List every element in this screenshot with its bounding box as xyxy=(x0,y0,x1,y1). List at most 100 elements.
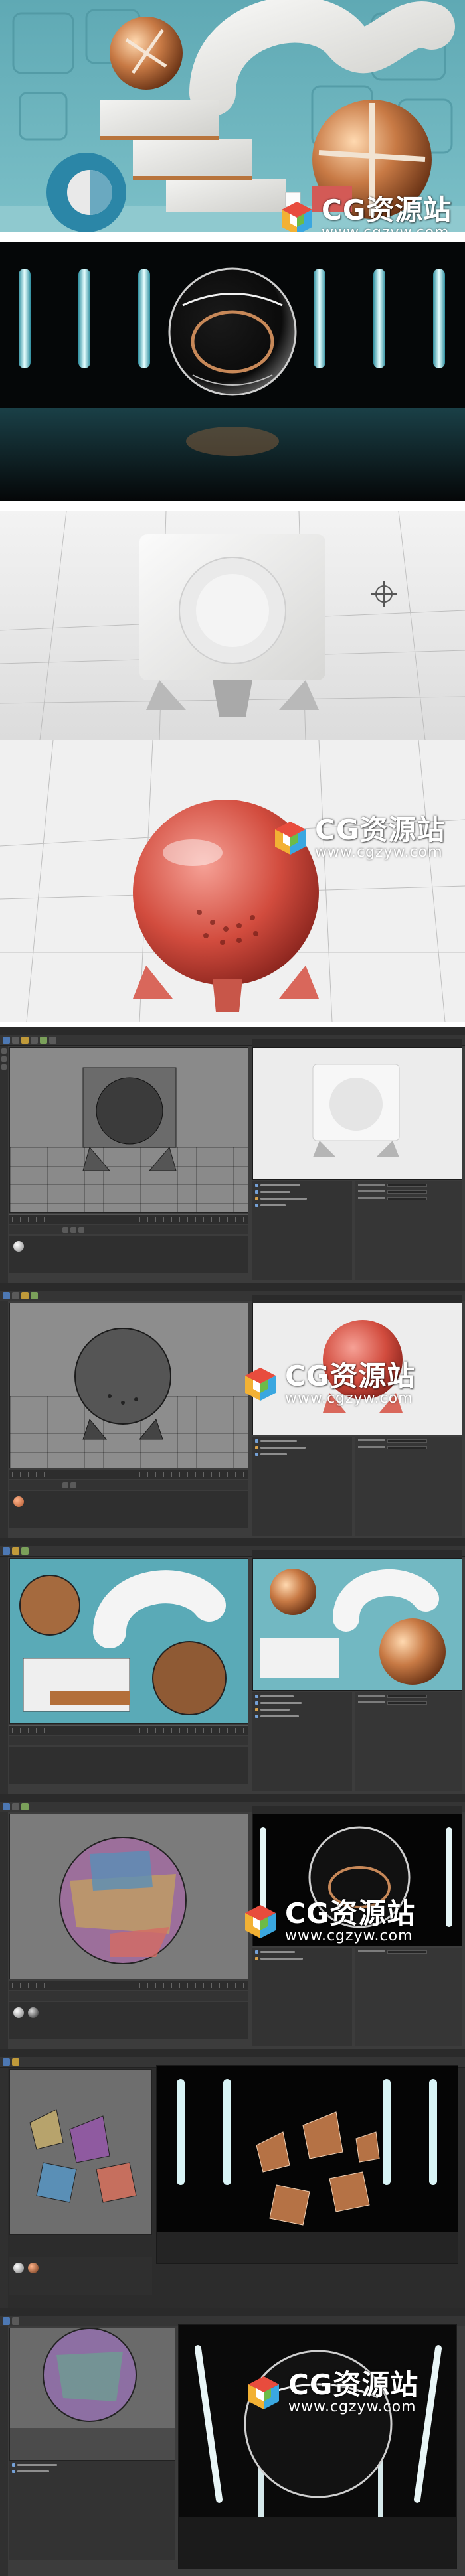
cg-logo-icon xyxy=(248,2376,279,2409)
stop-button[interactable] xyxy=(70,1226,76,1233)
material-manager xyxy=(9,1491,248,1528)
watermark-url: www.cgzyw.com xyxy=(285,1390,413,1407)
play-button[interactable] xyxy=(62,1482,68,1488)
record-button[interactable] xyxy=(78,1226,84,1233)
object-manager xyxy=(252,1181,352,1280)
viewport-perspective[interactable] xyxy=(9,1814,248,1979)
tool-button[interactable] xyxy=(1,1056,7,1062)
viewport-perspective[interactable] xyxy=(9,1303,248,1468)
viewport-perspective[interactable] xyxy=(9,2069,152,2235)
transport-controls xyxy=(9,1991,248,2001)
menu-bar xyxy=(0,1538,465,1546)
transport-controls xyxy=(9,1736,248,1745)
tool-button[interactable] xyxy=(1,1048,7,1054)
screenshot-c4d-abstract-scene xyxy=(0,1538,465,1794)
attribute-manager xyxy=(355,1181,462,1280)
toolbar-button[interactable] xyxy=(3,1037,10,1044)
toolbar-button[interactable] xyxy=(21,1547,29,1555)
left-toolbar xyxy=(0,1557,8,1794)
screenshot-c4d-shattered xyxy=(0,2049,465,2308)
watermark-title: CG资源站 xyxy=(315,814,446,846)
render-preview xyxy=(157,2066,458,2263)
render-preview xyxy=(253,1559,462,1690)
toolbar-button[interactable] xyxy=(3,1292,10,1299)
viewport-scene xyxy=(74,1328,171,1440)
toolbar-button[interactable] xyxy=(31,1292,38,1299)
toolbar-button[interactable] xyxy=(12,2058,19,2066)
cg-logo-icon xyxy=(282,202,312,232)
toolbar-button[interactable] xyxy=(3,2058,10,2066)
render-view xyxy=(156,2065,458,2264)
render-abstract-tiles: CG资源站 www.cgzyw.com xyxy=(0,0,465,232)
watermark-title: CG资源站 xyxy=(288,2368,419,2401)
tool-button[interactable] xyxy=(1,1064,7,1070)
menu-bar xyxy=(0,2049,465,2057)
attribute-manager xyxy=(355,1948,462,2046)
timeline[interactable] xyxy=(9,1214,248,1224)
material-swatch[interactable] xyxy=(13,2007,24,2018)
menu-bar xyxy=(0,1794,465,1802)
render-window-bar xyxy=(252,1039,462,1047)
material-swatch[interactable] xyxy=(28,2007,39,2018)
cg-logo-icon xyxy=(275,822,306,855)
toolbar-button[interactable] xyxy=(3,1547,10,1555)
watermark-title: CG资源站 xyxy=(285,1360,416,1392)
cg-logo-icon xyxy=(245,1368,276,1401)
toolbar-button[interactable] xyxy=(21,1292,29,1299)
material-manager xyxy=(9,2002,248,2039)
attribute-manager xyxy=(355,1437,462,1536)
viewport-perspective[interactable] xyxy=(9,2328,175,2461)
toolbar-button[interactable] xyxy=(3,1803,10,1810)
toolbar-button[interactable] xyxy=(21,1037,29,1044)
toolbar-button[interactable] xyxy=(12,1037,19,1044)
watermark-title: CG资源站 xyxy=(322,194,452,226)
render-preview xyxy=(179,2325,456,2569)
viewport-scene xyxy=(10,1814,248,1979)
material-manager xyxy=(9,1747,248,1784)
material-swatch[interactable] xyxy=(13,1241,24,1252)
object-manager xyxy=(252,1692,352,1791)
timeline[interactable] xyxy=(9,1725,248,1735)
transport-controls xyxy=(9,1480,248,1490)
watermark-url: www.cgzyw.com xyxy=(315,844,443,861)
viewport-perspective[interactable] xyxy=(9,1047,248,1213)
material-swatch[interactable] xyxy=(13,2263,24,2273)
object-manager xyxy=(9,2461,175,2560)
screenshot-c4d-red-sphere: CG资源站 www.cgzyw.com xyxy=(0,1283,465,1538)
toolbar-button[interactable] xyxy=(3,2317,10,2325)
left-toolbar xyxy=(0,1046,8,1283)
material-manager xyxy=(9,2257,152,2295)
timeline[interactable] xyxy=(9,1981,248,1990)
watermark-title: CG资源站 xyxy=(285,1897,416,1930)
viewport-perspective[interactable] xyxy=(9,1558,248,1724)
left-toolbar xyxy=(0,2068,8,2308)
toolbar-button[interactable] xyxy=(12,1803,19,1810)
transport-controls xyxy=(9,1225,248,1234)
watermark: CG资源站 www.cgzyw.com xyxy=(246,2371,418,2415)
menu-bar xyxy=(0,1027,465,1035)
viewport-scene xyxy=(10,1559,248,1723)
toolbar-button[interactable] xyxy=(12,1547,19,1555)
timeline[interactable] xyxy=(9,1470,248,1479)
render-window-bar xyxy=(252,1550,462,1558)
render-glass-sphere xyxy=(0,242,465,501)
left-toolbar xyxy=(0,2326,8,2576)
render-image xyxy=(0,242,465,501)
toolbar-button[interactable] xyxy=(31,1037,38,1044)
watermark: CG资源站 www.cgzyw.com xyxy=(279,196,452,232)
material-swatch[interactable] xyxy=(13,1496,24,1507)
render-white-cube xyxy=(0,511,465,740)
toolbar-button[interactable] xyxy=(40,1037,47,1044)
material-swatch[interactable] xyxy=(28,2263,39,2273)
object-manager xyxy=(252,1948,352,2046)
toolbar-button[interactable] xyxy=(49,1037,56,1044)
screenshot-c4d-dark-sphere: CG资源站 www.cgzyw.com xyxy=(0,2308,465,2576)
toolbar-button[interactable] xyxy=(12,1292,19,1299)
object-manager xyxy=(252,1437,352,1536)
toolbar-button[interactable] xyxy=(21,1803,29,1810)
stop-button[interactable] xyxy=(70,1482,76,1488)
left-toolbar xyxy=(0,1301,8,1538)
screenshot-c4d-white-cube xyxy=(0,1027,465,1283)
toolbar-button[interactable] xyxy=(12,2317,19,2325)
play-button[interactable] xyxy=(62,1226,68,1233)
